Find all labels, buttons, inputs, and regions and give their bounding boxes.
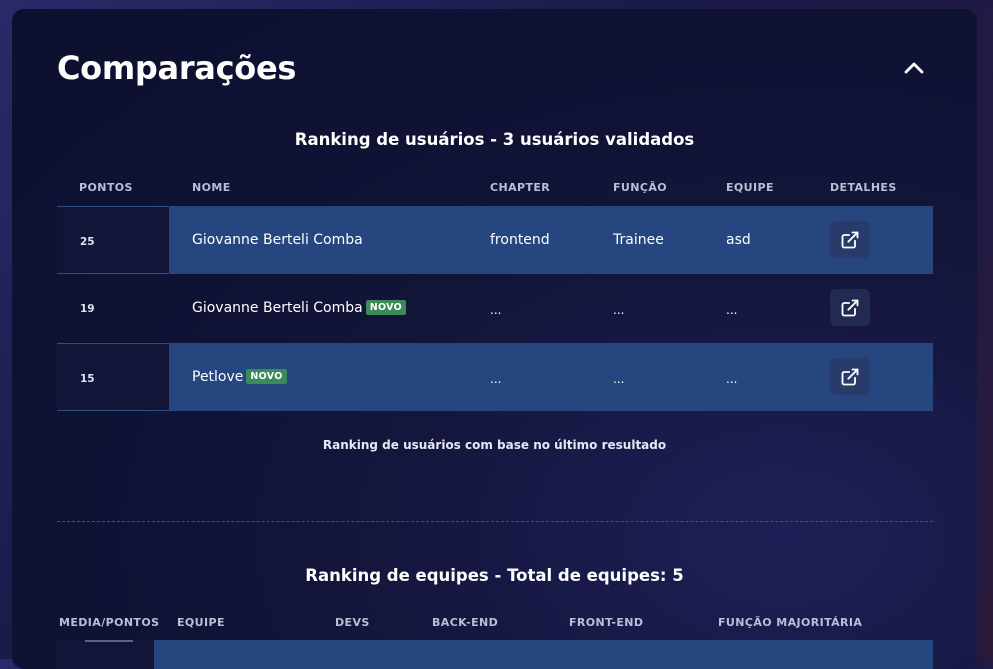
column-header-devs: DEVS <box>335 616 370 629</box>
points-cell: 19 <box>57 274 169 342</box>
table-row: 25 Giovanne Berteli Comba frontend Train… <box>57 206 933 274</box>
users-ranking-footnote: Ranking de usuários com base no último r… <box>322 438 667 452</box>
user-role: ... <box>613 372 625 386</box>
new-badge: NOVO <box>365 300 406 315</box>
points-placeholder <box>85 640 133 642</box>
user-team: asd <box>726 232 751 248</box>
user-team: ... <box>726 303 738 317</box>
section-divider <box>57 521 933 522</box>
details-button[interactable] <box>830 221 870 258</box>
user-name: Petlove <box>192 369 244 385</box>
user-name-cell: Petlove NOVO <box>192 369 287 385</box>
external-link-icon <box>841 368 859 385</box>
teams-ranking-title: Ranking de equipes - Total de equipes: 5 <box>305 566 684 585</box>
column-header-details: DETALHES <box>830 181 897 194</box>
chevron-up-icon <box>904 62 924 74</box>
details-button[interactable] <box>830 358 870 395</box>
user-team: ... <box>726 372 738 386</box>
details-button[interactable] <box>830 289 870 326</box>
external-link-icon <box>841 299 859 316</box>
external-link-icon <box>841 231 859 248</box>
points-cell <box>57 640 154 669</box>
column-header-chapter: CHAPTER <box>490 181 551 194</box>
comparisons-panel: Comparações Ranking de usuários - 3 usuá… <box>12 9 977 669</box>
column-header-name: NOME <box>192 181 231 194</box>
user-name-cell: Giovanne Berteli Comba NOVO <box>192 300 406 316</box>
collapse-button[interactable] <box>901 55 927 81</box>
points-value: 25 <box>80 236 95 248</box>
points-cell: 15 <box>57 343 169 411</box>
column-header-front-end: FRONT-END <box>569 616 644 629</box>
points-value: 19 <box>80 303 95 315</box>
table-row: 19 Giovanne Berteli Comba NOVO ... ... ..… <box>57 274 933 342</box>
table-row <box>57 640 933 669</box>
table-row: 15 Petlove NOVO ... ... ... <box>57 343 933 411</box>
page-title: Comparações <box>57 49 297 87</box>
column-header-back-end: BACK-END <box>432 616 499 629</box>
column-header-points: PONTOS <box>79 181 133 194</box>
user-name: Giovanne Berteli Comba <box>192 232 363 248</box>
column-header-majority-role: FUNÇÃO MAJORITÁRIA <box>718 616 863 629</box>
user-role: ... <box>613 303 625 317</box>
user-chapter: frontend <box>490 232 550 248</box>
users-ranking-title: Ranking de usuários - 3 usuários validad… <box>294 130 695 149</box>
user-chapter: ... <box>490 372 502 386</box>
user-name: Giovanne Berteli Comba <box>192 300 363 316</box>
column-header-team: EQUIPE <box>177 616 225 629</box>
points-cell: 25 <box>57 206 169 274</box>
column-header-role: FUNÇÃO <box>613 181 667 194</box>
user-chapter: ... <box>490 303 502 317</box>
column-header-team: EQUIPE <box>726 181 774 194</box>
points-value: 15 <box>80 373 95 385</box>
column-header-average-points: MEDIA/PONTOS <box>59 616 160 629</box>
user-role: Trainee <box>613 232 664 248</box>
new-badge: NOVO <box>246 369 287 384</box>
